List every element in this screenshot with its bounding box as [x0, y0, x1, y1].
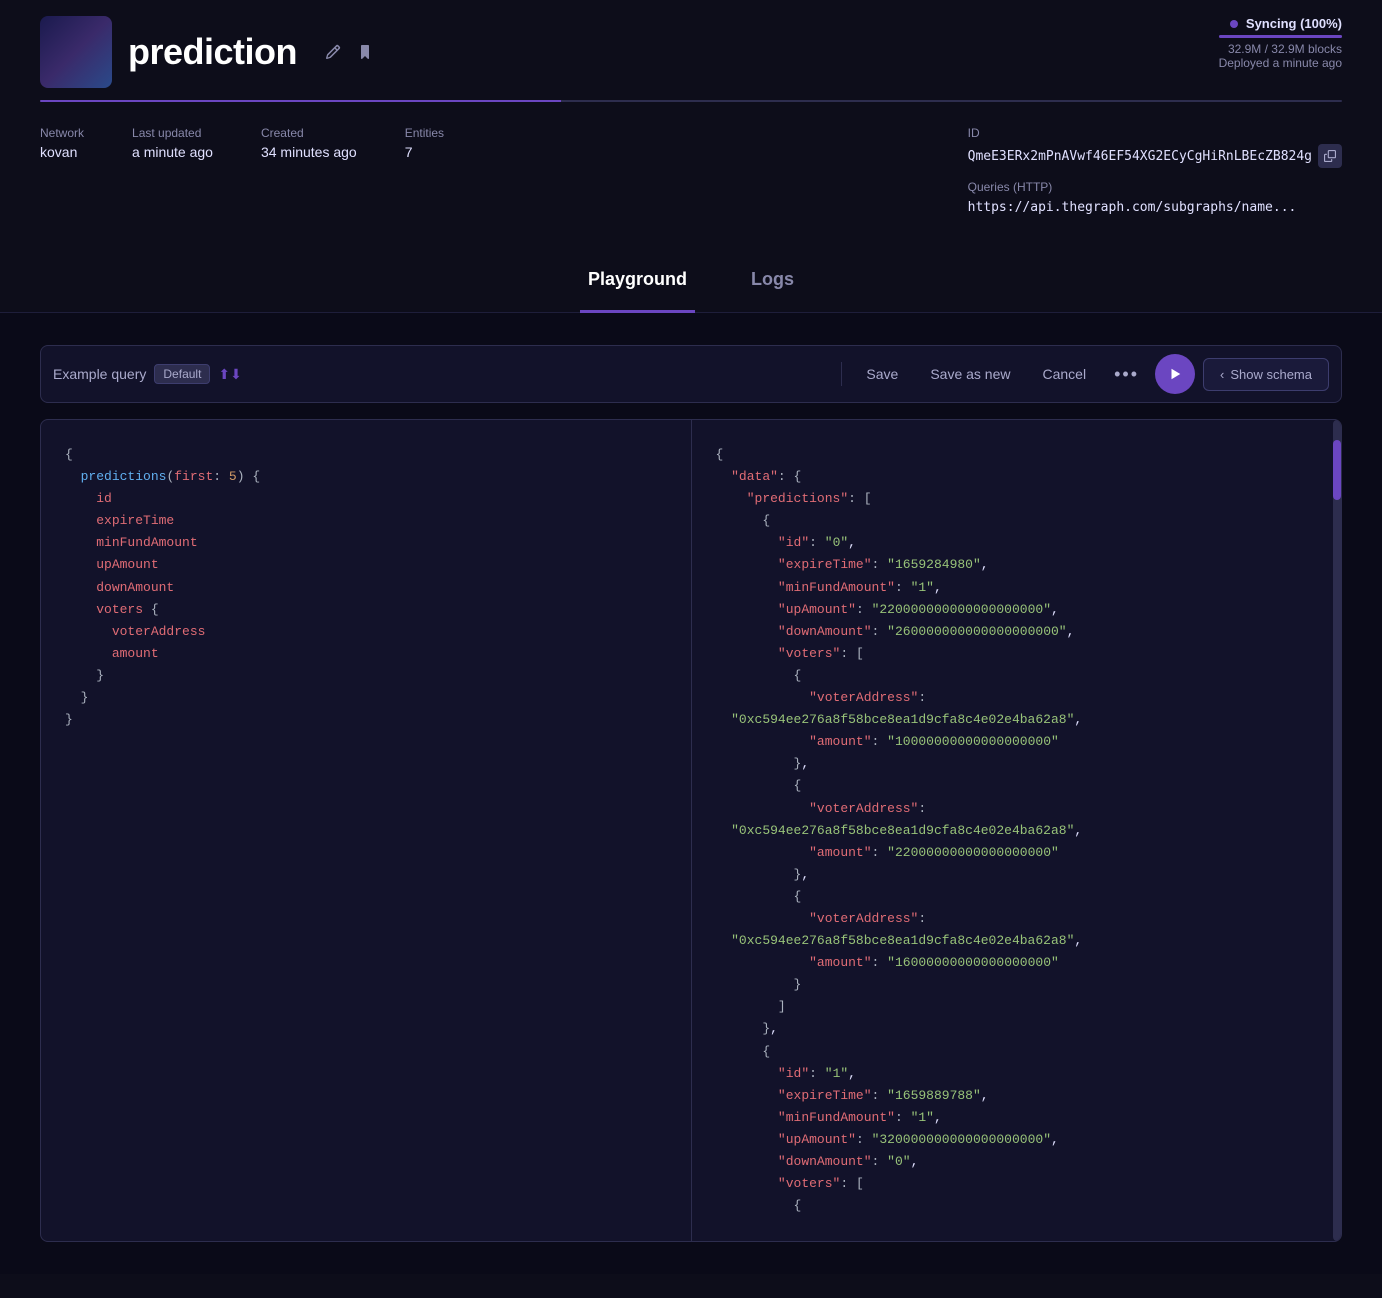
dropdown-arrow-icon: ⬆⬇: [218, 366, 241, 383]
run-query-button[interactable]: [1155, 354, 1195, 394]
code-panels: { predictions(first: 5) { id expireTime …: [40, 419, 1342, 1242]
meta-id: ID QmeE3ERx2mPnAVwf46EF54XG2ECyCgHiRnLBE…: [968, 126, 1342, 216]
header-divider: [40, 100, 1342, 102]
result-code: { "data": { "predictions": [ { "id": "0"…: [716, 444, 1318, 1217]
meta-entities: Entities 7: [405, 126, 444, 162]
header-actions: [321, 40, 377, 64]
sync-label: Syncing (100%): [1219, 16, 1342, 31]
scrollbar[interactable]: [1333, 420, 1341, 1241]
copy-id-button[interactable]: [1318, 144, 1342, 168]
edit-button[interactable]: [321, 40, 345, 64]
tab-logs[interactable]: Logs: [743, 257, 802, 313]
sync-status: Syncing (100%) 32.9M / 32.9M blocks Depl…: [1219, 16, 1342, 70]
bookmark-button[interactable]: [353, 40, 377, 64]
chevron-left-icon: ‹: [1220, 367, 1224, 382]
playground-container: Example query Default ⬆⬇ Save Save as ne…: [0, 313, 1382, 1274]
id-value-row: QmeE3ERx2mPnAVwf46EF54XG2ECyCgHiRnLBEcZB…: [968, 144, 1342, 168]
result-panel[interactable]: { "data": { "predictions": [ { "id": "0"…: [692, 420, 1342, 1241]
meta-queries: Queries (HTTP) https://api.thegraph.com/…: [968, 180, 1342, 216]
query-toolbar: Example query Default ⬆⬇ Save Save as ne…: [40, 345, 1342, 403]
meta-info-row: Network kovan Last updated a minute ago …: [0, 102, 1382, 232]
header-top: prediction Syncing (100%) 32.9M /: [40, 16, 1342, 88]
save-button[interactable]: Save: [854, 360, 910, 388]
project-avatar: [40, 16, 112, 88]
tab-playground[interactable]: Playground: [580, 257, 695, 313]
query-panel[interactable]: { predictions(first: 5) { id expireTime …: [41, 420, 692, 1241]
sync-progress-bar: [1219, 35, 1342, 38]
sync-progress-fill: [1219, 35, 1342, 38]
tabs: Playground Logs: [0, 232, 1382, 313]
toolbar-divider: [841, 362, 842, 386]
example-query-selector[interactable]: Example query Default ⬆⬇: [53, 364, 829, 384]
sync-blocks: 32.9M / 32.9M blocks: [1219, 42, 1342, 56]
meta-created: Created 34 minutes ago: [261, 126, 357, 162]
save-as-new-button[interactable]: Save as new: [918, 360, 1022, 388]
scrollbar-thumb[interactable]: [1333, 440, 1341, 500]
meta-last-updated: Last updated a minute ago: [132, 126, 213, 162]
cancel-button[interactable]: Cancel: [1031, 360, 1099, 388]
sync-dot: [1230, 20, 1238, 28]
project-title: prediction: [128, 31, 297, 73]
sync-deployed: Deployed a minute ago: [1219, 56, 1342, 70]
page-header: prediction Syncing (100%) 32.9M /: [0, 0, 1382, 102]
meta-network: Network kovan: [40, 126, 84, 162]
query-code: { predictions(first: 5) { id expireTime …: [65, 444, 667, 731]
more-options-button[interactable]: •••: [1106, 358, 1147, 391]
show-schema-button[interactable]: ‹ Show schema: [1203, 358, 1329, 391]
